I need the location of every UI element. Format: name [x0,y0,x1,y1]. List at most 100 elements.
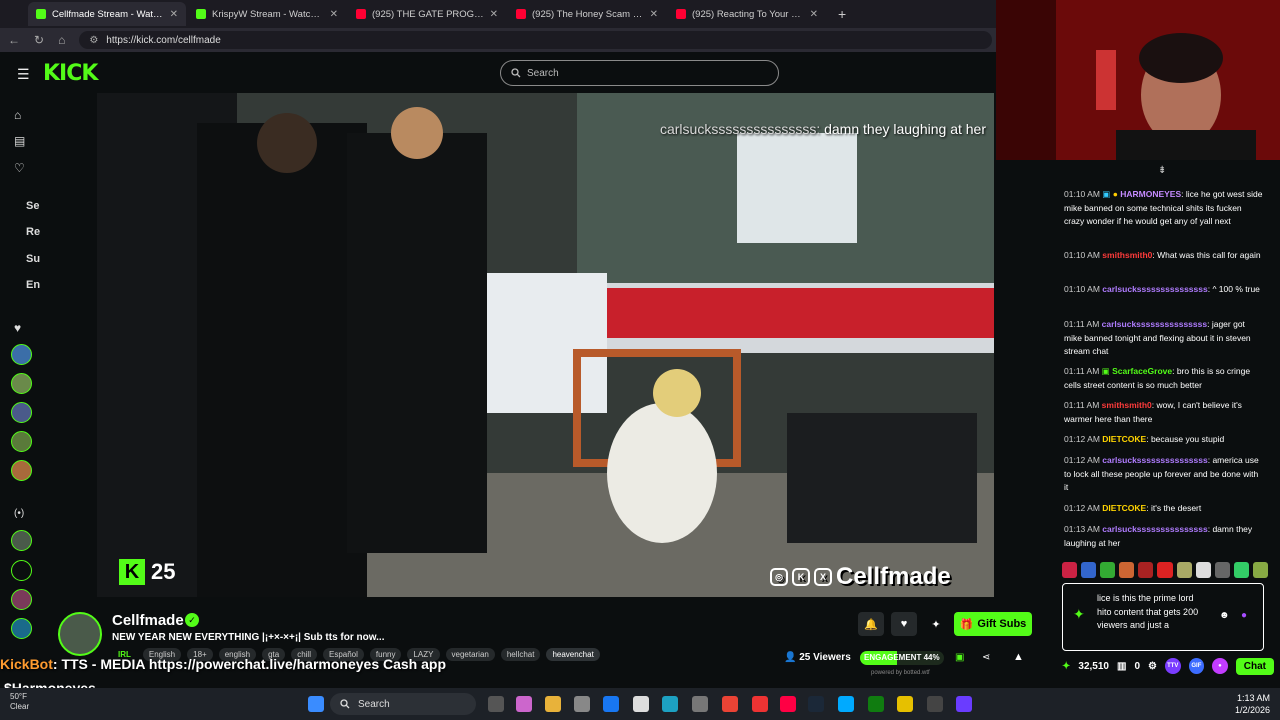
report-icon[interactable]: ▲ [1013,651,1024,663]
emote-icon[interactable] [1252,562,1269,578]
chat-user[interactable]: DIETCOKE [1102,434,1146,444]
file-explorer-icon[interactable] [545,696,561,712]
calculator-icon[interactable] [692,696,708,712]
follow-button[interactable]: ♥ [891,612,917,636]
avatar[interactable] [11,618,32,639]
weather-widget[interactable]: 50°F Clear [10,692,29,712]
avatar[interactable] [11,589,32,610]
new-tab-button[interactable]: + [838,6,846,22]
app-icon[interactable] [838,696,854,712]
close-icon[interactable]: ✕ [330,9,338,20]
mod-icon[interactable]: ● [1212,658,1228,674]
heart-icon[interactable]: ♡ [14,161,25,175]
emote-icon[interactable] [1176,562,1192,578]
close-icon[interactable]: ✕ [650,9,658,20]
chat-user[interactable]: smithsmith0 [1102,250,1152,260]
video-player[interactable]: carlsucksssssssssssssss: damn they laugh… [97,93,994,597]
browser-tab[interactable]: Cellfmade Stream - Watch Live ✕ [28,2,186,26]
channel-avatar[interactable] [58,612,102,656]
youtube-music-icon[interactable] [780,696,796,712]
system-clock[interactable]: 1:13 AM 1/2/2026 [1235,692,1270,716]
app-icon[interactable] [897,696,913,712]
sidebar-label[interactable]: Su [26,253,40,265]
chat-user[interactable]: carlsucksssssssssssssss [1102,524,1207,534]
site-info-icon[interactable]: ⚙ [89,35,98,46]
avatar[interactable] [11,530,32,551]
chat-send-button[interactable]: Chat [1235,657,1274,675]
kick-logo[interactable]: KICK [43,61,98,86]
chat-user[interactable]: HARMONEYES [1120,189,1181,199]
chat-user[interactable]: carlsucksssssssssssssss [1102,319,1207,329]
browser-tab[interactable]: (925) Reacting To Your Worst Tech ✕ [668,2,826,26]
task-view-icon[interactable] [488,696,504,712]
taskbar-search[interactable]: Search [330,693,476,715]
emote-icon[interactable] [1062,562,1078,578]
purple-emote-icon[interactable]: ● [1241,610,1247,621]
gif-icon[interactable]: GIF [1188,658,1205,674]
emote-icon[interactable] [1119,562,1135,578]
windows-start-icon[interactable] [308,696,324,712]
close-icon[interactable]: ✕ [810,9,818,20]
emote-icon[interactable] [1100,562,1116,578]
tag-chip[interactable]: vegetarian [445,648,495,661]
youtube-icon[interactable] [752,696,768,712]
chrome-icon[interactable] [722,696,738,712]
home-icon[interactable]: ⌂ [14,108,21,122]
tag-chip[interactable]: heavenchat [546,648,600,661]
notification-bell-button[interactable]: 🔔 [858,612,884,636]
share-icon[interactable]: ⋖ [982,652,990,663]
browser-tab[interactable]: (925) The Honey Scam is Worse Th ✕ [508,2,666,26]
points-count[interactable]: 32,510 [1078,661,1109,672]
chat-user[interactable]: DIETCOKE [1102,503,1146,513]
gift-subs-button[interactable]: 🎁 Gift Subs [954,612,1032,636]
avatar[interactable] [11,373,32,394]
reload-icon[interactable]: ↻ [34,33,44,47]
clip-icon[interactable]: ▣ [955,652,964,663]
avatar[interactable] [11,344,32,365]
search-input[interactable]: Search [500,60,779,86]
chat-user[interactable]: ScarfaceGrove [1112,366,1172,376]
tts-icon[interactable]: TTV [1164,658,1181,674]
settings-icon[interactable]: ⚙ [1148,661,1157,672]
browser-tab[interactable]: (925) THE GATE PROGRAM: Were ✕ [348,2,506,26]
emote-icon[interactable] [1157,562,1173,578]
sidebar-label[interactable]: Re [26,226,40,238]
chat-input[interactable]: ✦ lice is this the prime lord hito conte… [1062,583,1264,651]
browse-icon[interactable]: ▤ [14,134,25,148]
channel-name[interactable]: Cellfmade [112,612,184,629]
home-icon[interactable]: ⌂ [58,33,65,47]
boost-button[interactable]: ✦ [923,612,949,636]
chat-user[interactable]: carlsucksssssssssssssss [1102,284,1207,294]
url-field[interactable]: ⚙ https://kick.com/cellfmade [79,31,992,49]
avatar[interactable] [11,402,32,423]
browser-tab[interactable]: KrispyW Stream - Watch Live ✕ [188,2,346,26]
steam-icon[interactable] [808,696,824,712]
emoji-icon[interactable]: ☻ [1219,610,1230,621]
obs-icon[interactable] [927,696,943,712]
emote-icon[interactable] [1195,562,1211,578]
sidebar-label[interactable]: Se [26,200,39,212]
edge-icon[interactable] [662,696,678,712]
facebook-icon[interactable] [603,696,619,712]
back-icon[interactable]: ← [8,33,20,47]
avatar[interactable] [11,560,32,581]
store-icon[interactable] [574,696,590,712]
tag-chip[interactable]: hellchat [500,648,541,661]
chat-user[interactable]: smithsmith0 [1102,400,1152,410]
close-icon[interactable]: ✕ [170,9,178,20]
emote-icon[interactable] [1138,562,1154,578]
emote-icon[interactable] [1081,562,1097,578]
app-icon[interactable] [956,696,972,712]
avatar[interactable] [11,431,32,452]
chat-user[interactable]: carlsucksssssssssssssss [1102,455,1207,465]
avatar[interactable] [11,460,32,481]
emote-icon[interactable] [1214,562,1230,578]
chat-collapse-icon[interactable]: ⇟ [1158,165,1166,176]
expand-icon[interactable]: (•) [14,508,24,519]
emote-icon[interactable] [1233,562,1249,578]
sidebar-label[interactable]: En [26,279,40,291]
amazon-icon[interactable] [633,696,649,712]
xbox-icon[interactable] [868,696,884,712]
menu-icon[interactable]: ☰ [17,66,30,83]
copilot-icon[interactable] [516,696,532,712]
